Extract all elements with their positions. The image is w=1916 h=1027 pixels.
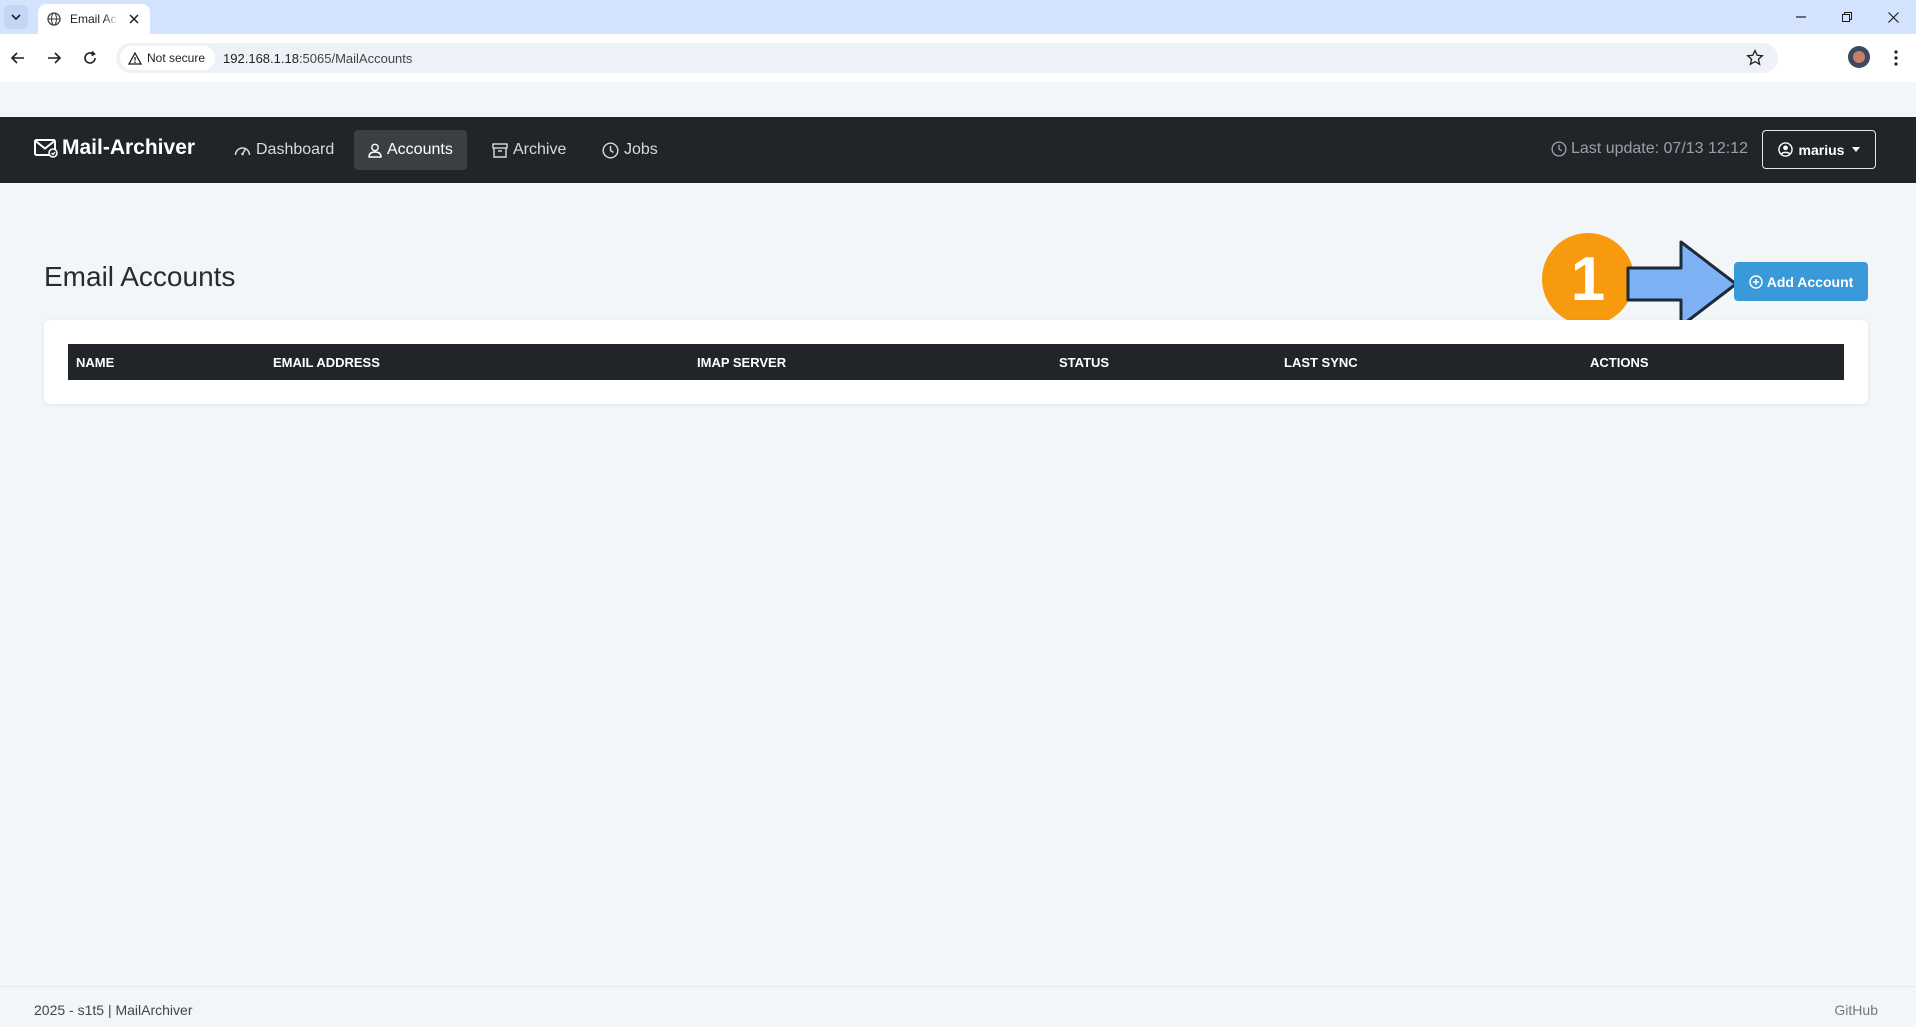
column-header[interactable]: EMAIL ADDRESS bbox=[273, 355, 380, 370]
column-header[interactable]: IMAP SERVER bbox=[697, 355, 786, 370]
tab-title: Email Accounts bbox=[70, 12, 118, 26]
caret-down-icon bbox=[1852, 147, 1861, 152]
reload-icon bbox=[84, 51, 96, 64]
step-callout: 1 bbox=[1542, 233, 1634, 325]
nav-archive[interactable]: Archive bbox=[478, 130, 580, 170]
github-link[interactable]: GitHub bbox=[1834, 1002, 1878, 1018]
nav-dashboard[interactable]: Dashboard bbox=[220, 130, 348, 170]
step-number: 1 bbox=[1570, 244, 1606, 314]
security-chip[interactable]: Not secure bbox=[120, 46, 216, 70]
more-menu-icon[interactable] bbox=[1884, 46, 1908, 70]
column-header[interactable]: ACTIONS bbox=[1590, 355, 1649, 370]
page-title: Email Accounts bbox=[44, 261, 236, 292]
globe-icon bbox=[46, 11, 62, 27]
url-host: 192.168.1.18 bbox=[223, 50, 299, 66]
back-button[interactable] bbox=[6, 46, 30, 70]
window-controls bbox=[1778, 0, 1916, 34]
url-path: :5065/MailAccounts bbox=[298, 50, 413, 66]
minimize-button[interactable] bbox=[1778, 0, 1824, 34]
table-header: NAME EMAIL ADDRESS IMAP SERVER STATUS LA… bbox=[68, 344, 1844, 380]
last-update: Last update: 07/13 12:12 bbox=[1551, 140, 1748, 158]
add-account-button[interactable]: Add Account bbox=[1734, 262, 1868, 301]
column-header[interactable]: STATUS bbox=[1059, 355, 1109, 370]
column-header[interactable]: NAME bbox=[76, 355, 114, 370]
browser-toolbar: Not secure 192.168.1.18:5065/MailAccount… bbox=[0, 34, 1916, 82]
arrow-right-icon bbox=[1626, 240, 1738, 328]
accounts-card: NAME EMAIL ADDRESS IMAP SERVER STATUS LA… bbox=[44, 320, 1868, 404]
clock-icon bbox=[602, 141, 619, 159]
app-navbar: Mail-Archiver Dashboard Accounts Archive… bbox=[0, 117, 1916, 183]
plus-circle-icon bbox=[1749, 274, 1763, 289]
close-icon bbox=[1887, 11, 1899, 23]
restore-button[interactable] bbox=[1824, 0, 1870, 34]
nav-accounts[interactable]: Accounts bbox=[354, 130, 467, 170]
forward-button[interactable] bbox=[42, 46, 66, 70]
add-account-label: Add Account bbox=[1766, 273, 1854, 290]
envelope-icon bbox=[34, 139, 58, 158]
archive-icon bbox=[492, 142, 508, 158]
user-name: marius bbox=[1798, 141, 1845, 158]
user-menu-button[interactable]: marius bbox=[1762, 130, 1876, 169]
arrow-right-icon bbox=[48, 52, 61, 64]
dashboard-icon bbox=[234, 147, 251, 156]
minimize-icon bbox=[1796, 16, 1806, 18]
bookmark-star-icon[interactable] bbox=[1746, 48, 1764, 72]
arrow-left-icon bbox=[11, 52, 24, 64]
security-label: Not secure bbox=[147, 51, 206, 65]
column-header[interactable]: LAST SYNC bbox=[1284, 355, 1358, 370]
close-window-button[interactable] bbox=[1870, 0, 1916, 34]
profile-avatar[interactable] bbox=[1848, 46, 1870, 68]
page-footer: 2025 - s1t5 | MailArchiver GitHub bbox=[0, 986, 1916, 1027]
warning-icon bbox=[128, 51, 142, 65]
footer-copyright: 2025 - s1t5 | MailArchiver bbox=[34, 1002, 193, 1018]
last-update-text: Last update: 07/13 12:12 bbox=[1571, 140, 1749, 157]
nav-jobs-label: Jobs bbox=[624, 141, 658, 158]
clock-icon bbox=[1551, 141, 1567, 157]
chevron-down-icon bbox=[11, 14, 21, 21]
close-icon[interactable] bbox=[126, 11, 142, 27]
nav-accounts-label: Accounts bbox=[387, 141, 453, 158]
user-circle-icon bbox=[1777, 142, 1793, 157]
browser-tabstrip: Email Accounts bbox=[0, 0, 1916, 34]
tab-search-button[interactable] bbox=[4, 5, 28, 29]
reload-button[interactable] bbox=[78, 46, 102, 70]
address-bar[interactable]: Not secure 192.168.1.18:5065/MailAccount… bbox=[116, 43, 1778, 73]
url-text: 192.168.1.18:5065/MailAccounts bbox=[223, 51, 412, 66]
brand-name: Mail-Archiver bbox=[62, 136, 196, 159]
brand-link[interactable]: Mail-Archiver bbox=[34, 136, 195, 160]
person-icon bbox=[368, 143, 382, 158]
nav-jobs[interactable]: Jobs bbox=[588, 130, 672, 170]
restore-icon bbox=[1842, 12, 1852, 22]
nav-dashboard-label: Dashboard bbox=[256, 141, 335, 158]
nav-archive-label: Archive bbox=[513, 141, 567, 158]
browser-tab[interactable]: Email Accounts bbox=[38, 4, 150, 34]
